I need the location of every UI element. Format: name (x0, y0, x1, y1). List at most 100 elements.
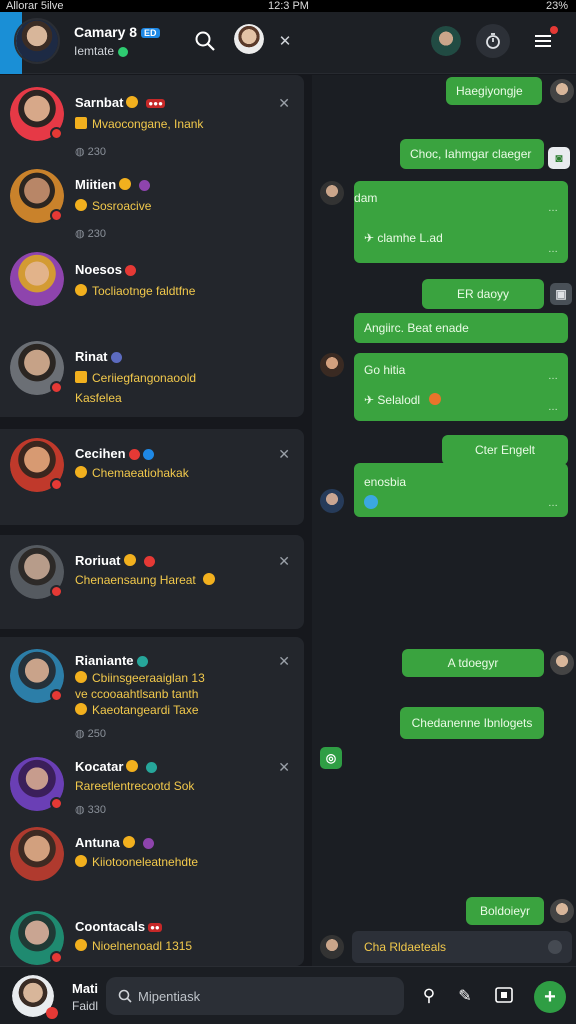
timer-icon (486, 33, 500, 49)
menu-icon[interactable] (530, 26, 558, 54)
chat-preview-line2: Kasfelea (75, 391, 122, 405)
chat-meta: ◍ 230 (75, 146, 107, 158)
chat-preview-line2: ve ccooaahtlsanb tanth (75, 687, 199, 701)
sender-avatar (550, 651, 574, 675)
chat-item[interactable]: Coontacals ●● Nioelnenoadl 1315 (0, 909, 304, 966)
clock: 12:3 PM (268, 0, 309, 12)
chat-item[interactable]: Rianiante Cbiinsgeeraaiglan 13 ve ccooaa… (0, 647, 304, 747)
search-icon (118, 989, 132, 1003)
message-bubble[interactable]: Boldoieyr (466, 897, 544, 925)
sender-avatar (550, 899, 574, 923)
message-text-2: ✈ clamhe L.ad (364, 231, 443, 245)
search-field[interactable] (106, 977, 404, 1015)
unread-dot (50, 585, 63, 598)
chat-item[interactable]: Cecihen Chemaeatiohakak ✕ (0, 436, 304, 516)
message-bubble[interactable]: Cter Engelt (442, 435, 568, 465)
sender-avatar (320, 489, 344, 513)
chat-name: Kocatar (75, 759, 158, 774)
message-bubble[interactable]: enosbia … (354, 463, 568, 517)
status-dot (46, 1007, 58, 1019)
chat-preview: Tocliaotnge faldtfne (75, 284, 195, 298)
unread-dot (50, 951, 63, 964)
close-icon[interactable]: ✕ (278, 653, 290, 670)
pen-icon[interactable]: ✎ (454, 985, 476, 1007)
message-bubble[interactable]: Angiirc. Beat enade (354, 313, 568, 343)
sender-avatar (550, 79, 574, 103)
battery-label: 23% (545, 0, 568, 12)
chat-meta: ◍ 330 (75, 804, 107, 816)
close-icon[interactable]: ✕ (278, 759, 290, 776)
top-subtitle: Iemtate (74, 44, 129, 58)
chat-name: Cecihen (75, 446, 154, 461)
message-text: Go hitia (364, 363, 406, 377)
chat-name: Roriuat (75, 553, 155, 568)
user-name: Mati (72, 981, 98, 996)
chat-preview: Kiiotooneleatnehdte (75, 855, 198, 869)
message-text: enosbia (364, 475, 407, 489)
chat-preview: Chemaeatiohakak (75, 466, 189, 480)
message-bubble[interactable]: Cha Rldaeteals (352, 931, 572, 963)
chat-name: Rinat (75, 349, 122, 364)
search-input[interactable] (138, 988, 388, 1004)
chat-name: Noesos (75, 262, 136, 277)
attachment-icon[interactable]: ⚲ (418, 985, 440, 1007)
bottom-bar: Mati Faidl ⚲ ✎ + (0, 966, 576, 1024)
unread-dot (50, 478, 63, 491)
chat-avatar (10, 252, 64, 306)
message-bubble[interactable]: A tdoegyr (402, 649, 544, 677)
message-bubble[interactable]: hd tdam ✈ clamhe L.ad … … (354, 181, 568, 263)
chat-preview: Nioelnenoadl 1315 (75, 939, 192, 953)
close-icon[interactable]: ✕ (278, 446, 290, 463)
notification-dot (550, 26, 558, 34)
message-bubble[interactable]: Go hitia ✈ Selalodl … … (354, 353, 568, 421)
status-bar: Allorar 5ilve 12:3 PM 23% (0, 0, 576, 12)
sender-avatar (320, 181, 344, 205)
close-icon[interactable]: ✕ (276, 32, 294, 50)
sticker-icon[interactable]: ◎ (320, 747, 342, 769)
chat-name: Coontacals ●● (75, 919, 162, 934)
chat-item[interactable]: Sarnbat ●●● Mvaocongane, Inank ◍ 230 ✕ (0, 83, 304, 163)
reply-icon[interactable] (548, 940, 562, 954)
contact-avatar[interactable] (234, 24, 264, 54)
close-icon[interactable]: ✕ (278, 95, 290, 112)
chat-meta: ◍ 250 (75, 728, 107, 740)
add-button[interactable]: + (534, 981, 566, 1013)
search-icon[interactable] (192, 28, 218, 54)
message-bubble[interactable]: Haegiyongje (446, 77, 542, 105)
user-subtitle: Faidl (72, 999, 99, 1013)
plus-icon: + (544, 985, 556, 1008)
message-bubble[interactable]: Choc, Iahmgar claeger (400, 139, 544, 169)
chat-item[interactable]: Noesos Tocliaotnge faldtfne (0, 250, 304, 330)
online-indicator (118, 46, 129, 57)
chat-preview: Mvaocongane, Inank (75, 117, 203, 131)
sender-avatar (320, 935, 344, 959)
unread-dot (50, 797, 63, 810)
profile-avatar[interactable] (14, 18, 60, 64)
message-bubble[interactable]: Chedanenne Ibnlogets (400, 707, 544, 739)
chat-avatar (10, 827, 64, 881)
group-avatar[interactable] (431, 26, 461, 56)
unread-dot (50, 689, 63, 702)
camera-icon[interactable]: ◙ (548, 147, 570, 169)
chat-preview: Chenaensaung Hareat (75, 573, 220, 587)
chat-meta: ◍ 230 (75, 228, 107, 240)
chat-item[interactable]: Kocatar Rareetlentrecootd Sok ◍ 330 ✕ (0, 755, 304, 835)
chat-item[interactable]: Antuna Kiiotooneleatnehdte (0, 825, 304, 905)
message-text-2: ✈ Selalodl (364, 393, 558, 407)
chat-item[interactable]: Roriuat Chenaensaung Hareat ✕ (0, 543, 304, 623)
unread-dot (50, 209, 63, 222)
media-icon[interactable] (492, 983, 516, 1007)
chat-list: Sarnbat ●●● Mvaocongane, Inank ◍ 230 ✕ Mi… (0, 75, 310, 966)
chat-item[interactable]: Rinat Ceriiegfangonaoold Kasfelea (0, 337, 304, 417)
chat-item[interactable]: Miitien Sosroacive ◍ 230 (0, 167, 304, 247)
conversation-pane: Haegiyongje Choc, Iahmgar claeger ◙ hd t… (312, 75, 576, 966)
chat-name: Rianiante (75, 653, 148, 668)
message-bubble[interactable]: ER daoyy (422, 279, 544, 309)
timer-button[interactable] (476, 24, 510, 58)
close-icon[interactable]: ✕ (278, 553, 290, 570)
title-badge: ED (141, 28, 160, 39)
image-icon[interactable]: ▣ (550, 283, 572, 305)
unread-dot (50, 381, 63, 394)
unread-dot (50, 127, 63, 140)
reaction-icon (364, 495, 378, 509)
